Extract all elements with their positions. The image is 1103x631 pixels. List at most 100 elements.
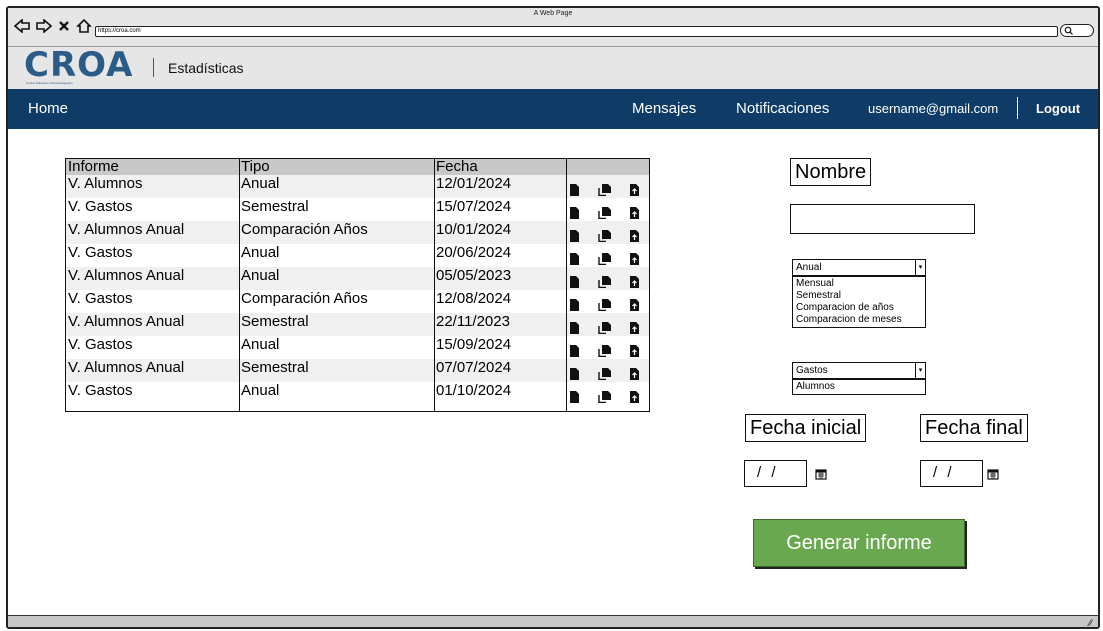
browser-nav-buttons <box>14 19 92 33</box>
period-option[interactable]: Comparacion de años <box>796 302 922 314</box>
row-actions <box>570 367 640 381</box>
period-option[interactable]: Mensual <box>796 278 922 290</box>
cell-tipo: Anual <box>241 175 280 192</box>
row-actions <box>570 252 640 266</box>
row-actions <box>570 206 640 220</box>
start-date-input[interactable]: / / <box>744 460 807 487</box>
row-actions <box>570 183 640 197</box>
type-select[interactable]: Gastos ▾ <box>792 362 926 379</box>
cell-fecha: 07/07/2024 <box>436 359 512 376</box>
copy-icon[interactable] <box>598 390 611 408</box>
table-row[interactable]: V. Gastos Anual 01/10/2024 <box>66 382 649 405</box>
resize-grip-icon[interactable]: ⁄⁄ <box>1089 618 1092 627</box>
cell-fecha: 15/09/2024 <box>436 336 512 353</box>
cell-fecha: 20/06/2024 <box>436 244 512 261</box>
search-icon <box>1064 26 1073 35</box>
row-actions <box>570 321 640 335</box>
browser-chrome: A Web Page https://croa.com <box>8 8 1098 47</box>
period-option[interactable]: Comparacion de meses <box>796 314 922 326</box>
cell-informe: V. Alumnos Anual <box>68 267 185 284</box>
home-icon[interactable] <box>76 19 92 33</box>
main-navbar: Home Mensajes Notificaciones username@gm… <box>8 89 1098 129</box>
cell-tipo: Comparación Años <box>241 290 368 307</box>
table-row[interactable]: V. Alumnos Anual Semestral 07/07/2024 <box>66 359 649 382</box>
file-upload-icon[interactable] <box>630 390 639 408</box>
header-divider <box>153 58 154 77</box>
type-option[interactable]: Alumnos <box>796 381 922 393</box>
table-row[interactable]: V. Gastos Anual 15/09/2024 <box>66 336 649 359</box>
chevron-down-icon[interactable]: ▾ <box>915 363 925 378</box>
cell-tipo: Anual <box>241 267 280 284</box>
period-option[interactable]: Semestral <box>796 290 922 302</box>
end-date-label: Fecha final <box>920 414 1028 442</box>
nav-messages-link[interactable]: Mensajes <box>632 100 696 117</box>
cell-fecha: 12/08/2024 <box>436 290 512 307</box>
chevron-down-icon[interactable]: ▾ <box>915 260 925 275</box>
period-select-value: Anual <box>796 262 822 273</box>
cell-fecha: 10/01/2024 <box>436 221 512 238</box>
browser-window: A Web Page https://croa.com CROA Centro … <box>6 6 1100 629</box>
cell-fecha: 22/11/2023 <box>436 313 510 330</box>
cell-informe: V. Gastos <box>68 244 133 261</box>
user-email[interactable]: username@gmail.com <box>868 101 998 116</box>
table-row[interactable]: V. Gastos Semestral 15/07/2024 <box>66 198 649 221</box>
calendar-icon[interactable] <box>815 467 827 480</box>
table-row[interactable]: V. Alumnos Anual Anual 05/05/2023 <box>66 267 649 290</box>
cell-informe: V. Alumnos Anual <box>68 221 185 238</box>
row-actions <box>570 390 640 404</box>
cell-informe: V. Gastos <box>68 382 133 399</box>
close-icon[interactable] <box>58 20 70 32</box>
croa-logo[interactable]: CROA Centro Educativo Psicopedagógico <box>24 45 140 85</box>
cell-fecha: 05/05/2023 <box>436 267 512 284</box>
row-actions <box>570 229 640 243</box>
back-icon[interactable] <box>14 19 30 33</box>
nav-notifications-link[interactable]: Notificaciones <box>736 100 829 117</box>
horizontal-scrollbar[interactable]: ⁄⁄ <box>8 615 1098 627</box>
url-bar[interactable]: https://croa.com <box>95 26 1058 37</box>
end-date-input[interactable]: / / <box>920 460 983 487</box>
logo-text: CROA <box>24 45 134 85</box>
cell-tipo: Anual <box>241 336 280 353</box>
cell-tipo: Semestral <box>241 313 309 330</box>
page-title: Estadísticas <box>168 60 244 76</box>
column-header-fecha: Fecha <box>436 158 478 175</box>
cell-informe: V. Alumnos Anual <box>68 313 185 330</box>
table-row[interactable]: V. Gastos Comparación Años 12/08/2024 <box>66 290 649 313</box>
cell-fecha: 01/10/2024 <box>436 382 512 399</box>
period-select[interactable]: Anual ▾ <box>792 259 926 276</box>
calendar-icon[interactable] <box>987 467 999 480</box>
column-divider <box>239 159 240 411</box>
cell-tipo: Comparación Años <box>241 221 368 238</box>
table-row[interactable]: V. Alumnos Anual 12/01/2024 <box>66 175 649 198</box>
cell-tipo: Semestral <box>241 198 309 215</box>
cell-fecha: 12/01/2024 <box>436 175 512 192</box>
nav-home-link[interactable]: Home <box>28 100 68 117</box>
column-divider <box>434 159 435 411</box>
browser-search[interactable] <box>1060 24 1094 37</box>
row-actions <box>570 344 640 358</box>
cell-informe: V. Gastos <box>68 336 133 353</box>
reports-table: Informe Tipo Fecha V. Alumnos Anual 12/01/… <box>65 158 650 412</box>
period-options-list: Mensual Semestral Comparacion de años Co… <box>792 276 926 328</box>
column-header-tipo: Tipo <box>241 158 270 175</box>
logout-link[interactable]: Logout <box>1036 101 1080 116</box>
forward-icon[interactable] <box>36 19 52 33</box>
cell-fecha: 15/07/2024 <box>436 198 512 215</box>
column-divider <box>566 159 567 411</box>
logo-subtitle: Centro Educativo Psicopedagógico <box>26 81 73 85</box>
table-row[interactable]: V. Alumnos Anual Semestral 22/11/2023 <box>66 313 649 336</box>
table-row[interactable]: V. Gastos Anual 20/06/2024 <box>66 244 649 267</box>
cell-tipo: Anual <box>241 382 280 399</box>
start-date-label: Fecha inicial <box>745 414 867 442</box>
generate-report-button[interactable]: Generar informe <box>753 519 965 567</box>
file-icon[interactable] <box>570 390 579 408</box>
row-actions <box>570 275 640 289</box>
table-header: Informe Tipo Fecha <box>66 158 649 175</box>
name-input[interactable] <box>790 204 975 234</box>
cell-informe: V. Gastos <box>68 290 133 307</box>
cell-informe: V. Alumnos Anual <box>68 359 185 376</box>
table-row[interactable]: V. Alumnos Anual Comparación Años 10/01/20… <box>66 221 649 244</box>
type-options-list: Alumnos <box>792 379 926 395</box>
window-title: A Web Page <box>533 10 573 17</box>
nav-divider <box>1017 97 1018 119</box>
